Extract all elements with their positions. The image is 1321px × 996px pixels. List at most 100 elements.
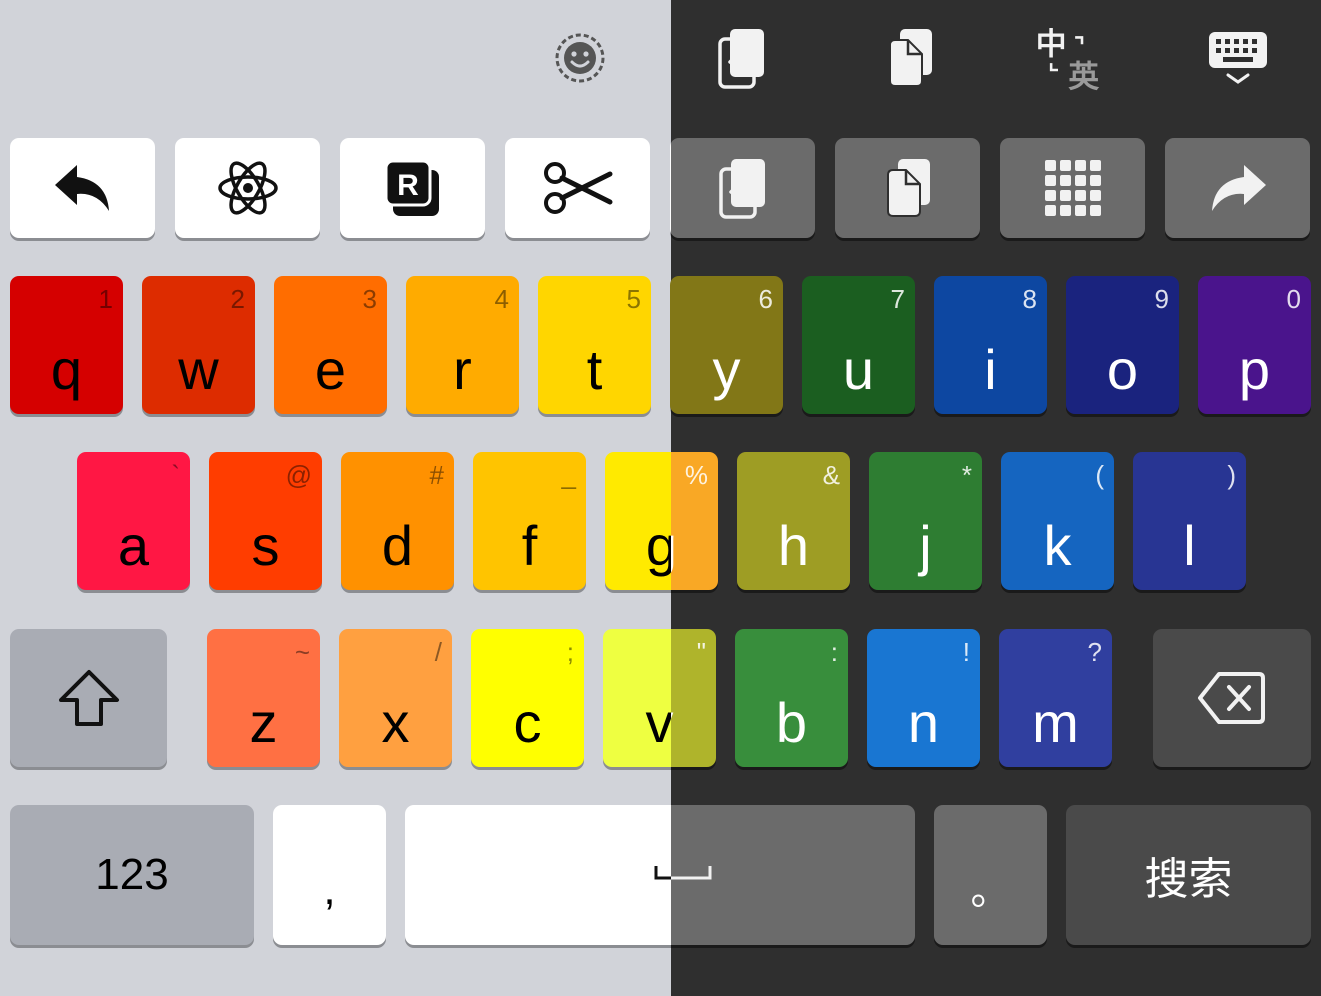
key-v[interactable]: "v [603, 629, 671, 767]
cut-button[interactable] [505, 138, 650, 238]
key-o[interactable]: 9o [1066, 276, 1179, 414]
svg-text:R: R [397, 169, 419, 202]
redo-button[interactable] [1165, 138, 1310, 238]
key-k[interactable]: (k [1001, 452, 1114, 590]
key-f[interactable]: _ f [473, 452, 586, 590]
key-d[interactable]: # d [341, 452, 454, 590]
key-s[interactable]: @ s [209, 452, 322, 590]
key-secondary-label: & [822, 460, 840, 490]
key-secondary-label: 8 [1022, 284, 1037, 314]
upload-button[interactable] [671, 138, 815, 238]
key-secondary-label: 6 [758, 284, 773, 314]
comma-key-label: , [323, 865, 336, 914]
key-a[interactable]: ` a [77, 452, 190, 590]
key-letter: l [1183, 514, 1196, 577]
keyboard-layer-light: 中英R1q2w3e4r5t6y7u8i9o0p`a@s#d_f%g&h*j(k)… [0, 0, 671, 996]
key-letter: o [1106, 338, 1139, 401]
key-t[interactable]: 5t [538, 276, 651, 414]
key-u[interactable]: 7u [802, 276, 915, 414]
key-secondary-label: _ [561, 460, 576, 490]
key-letter: p [1238, 338, 1271, 401]
key-secondary-label: 3 [362, 284, 377, 314]
key-letter: y [712, 338, 741, 401]
key-letter: h [777, 514, 810, 577]
key-letter: b [775, 691, 808, 754]
key-r[interactable]: 4r [406, 276, 519, 414]
key-letter: t [586, 338, 603, 401]
key-letter: g [671, 518, 718, 574]
r-badge-icon: R [383, 158, 443, 218]
atom-button[interactable] [175, 138, 320, 238]
key-secondary-label: 2 [230, 284, 245, 314]
key-secondary-label: 9 [1154, 284, 1169, 314]
space-key[interactable] [671, 805, 915, 945]
redo-arrow-icon [1206, 161, 1270, 215]
r-badge-button[interactable]: R [340, 138, 485, 238]
comma-key[interactable]: , [273, 805, 386, 945]
period-key-label: 。 [970, 869, 1011, 913]
emoji-icon[interactable] [544, 18, 616, 98]
key-h[interactable]: & h [737, 452, 850, 590]
key-y[interactable]: 6y [671, 276, 783, 414]
key-secondary-label: 7 [890, 284, 905, 314]
key-letter: d [381, 514, 414, 577]
key-v[interactable]: "v [671, 629, 716, 767]
key-secondary-label: " [696, 637, 706, 667]
key-letter: g [645, 514, 671, 577]
key-secondary-label: ( [1095, 460, 1104, 490]
undo-arrow-icon [51, 161, 115, 215]
key-n[interactable]: ! n [867, 629, 980, 767]
key-secondary-label: 0 [1286, 284, 1301, 314]
key-g[interactable]: %g [605, 452, 671, 590]
key-letter: e [314, 338, 347, 401]
key-i[interactable]: 8i [934, 276, 1047, 414]
key-m[interactable]: ? m [999, 629, 1112, 767]
copy-document-icon[interactable] [874, 18, 946, 98]
period-key[interactable]: 。 [934, 805, 1047, 945]
hide-keyboard-icon[interactable] [1202, 18, 1274, 98]
key-w[interactable]: 2w [142, 276, 255, 414]
copy-button[interactable] [835, 138, 980, 238]
svg-text:英: 英 [1068, 59, 1099, 95]
backspace-icon [1197, 670, 1267, 726]
key-secondary-label: ~ [294, 637, 310, 667]
key-secondary-label: 4 [494, 284, 509, 314]
key-letter: q [50, 338, 83, 401]
key-secondary-label: / [434, 637, 442, 667]
key-letter: a [117, 514, 150, 577]
space-icon [653, 863, 671, 883]
key-j[interactable]: * j [869, 452, 982, 590]
keyboard-light-half: 中英R1q2w3e4r5t6y7u8i9o0p`a@s#d_f%g&h*j(k)… [0, 0, 671, 996]
zh-en-switch-icon[interactable]: 中英 [1034, 18, 1106, 98]
shift-key[interactable] [10, 629, 167, 767]
search-key[interactable]: 搜索 [1066, 805, 1311, 945]
key-x[interactable]: / x [339, 629, 452, 767]
numpad-grid-icon [1044, 160, 1101, 216]
key-b[interactable]: :b [735, 629, 848, 767]
key-secondary-label: ` [171, 460, 180, 490]
key-secondary-label: @ [285, 460, 312, 490]
shift-icon [57, 668, 121, 728]
space-icon [671, 863, 713, 883]
upload-document-icon[interactable] [706, 18, 778, 98]
key-secondary-label: ? [1087, 637, 1102, 667]
numbers-key[interactable]: 123 [10, 805, 254, 945]
key-c[interactable]: ; c [471, 629, 584, 767]
svg-text:中: 中 [1036, 27, 1067, 63]
key-q[interactable]: 1q [10, 276, 123, 414]
undo-button[interactable] [10, 138, 155, 238]
numpad-button[interactable] [1000, 138, 1145, 238]
key-p[interactable]: 0p [1198, 276, 1311, 414]
key-z[interactable]: ~ z [207, 629, 320, 767]
key-letter: x [381, 691, 410, 754]
key-g[interactable]: %g [671, 452, 718, 590]
key-letter: v [671, 695, 716, 751]
scissors-icon [542, 160, 614, 216]
key-l[interactable]: ) l [1133, 452, 1246, 590]
space-key[interactable] [405, 805, 671, 945]
key-e[interactable]: 3e [274, 276, 387, 414]
backspace-key[interactable] [1153, 629, 1311, 767]
key-letter: u [842, 338, 875, 401]
key-letter: r [453, 338, 472, 401]
key-secondary-label: 5 [626, 284, 641, 314]
